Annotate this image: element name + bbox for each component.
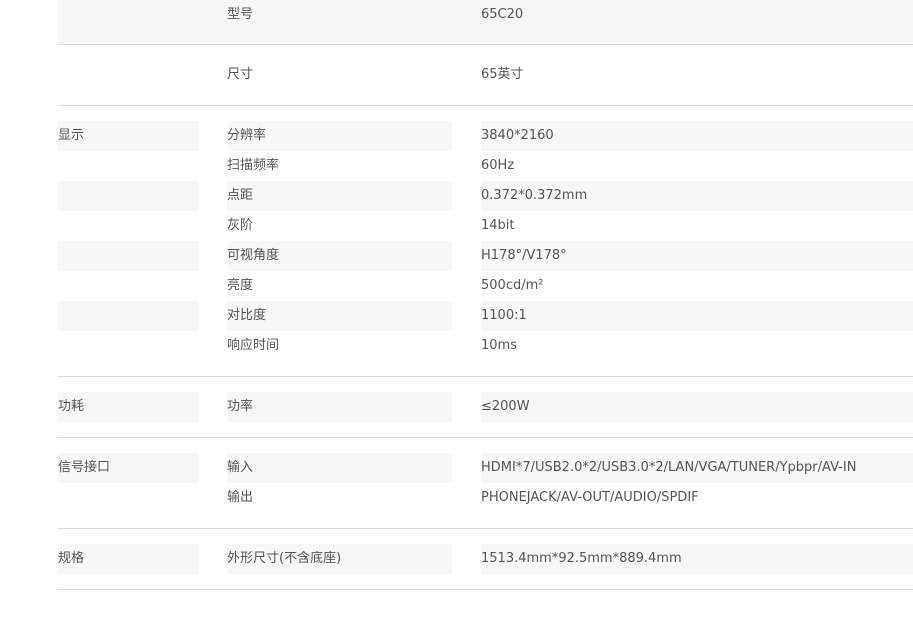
spec-section-signal-interface: 信号接口 输入 HDMI*7/USB2.0*2/USB3.0*2/LAN/VGA… <box>58 438 913 529</box>
spec-row: 规格 外形尺寸(不含底座) 1513.4mm*92.5mm*889.4mm <box>58 544 913 574</box>
spec-row: 型号 65C20 <box>58 0 913 44</box>
spec-value-cell: HDMI*7/USB2.0*2/USB3.0*2/LAN/VGA/TUNER/Y… <box>481 453 913 483</box>
spec-value: 14bit <box>481 218 515 233</box>
spec-row: 响应时间 10ms <box>58 331 913 361</box>
spec-name: 对比度 <box>227 308 267 323</box>
spec-section-size: 尺寸 65英寸 <box>58 45 913 106</box>
spec-value-cell: H178°/V178° <box>481 241 913 271</box>
spec-name: 响应时间 <box>227 338 280 353</box>
spec-name: 功率 <box>227 399 254 414</box>
spec-row: 亮度 500cd/m² <box>58 271 913 301</box>
spec-value: 60Hz <box>481 158 515 173</box>
spec-value-cell: 1100:1 <box>481 301 913 331</box>
spec-value: HDMI*7/USB2.0*2/USB3.0*2/LAN/VGA/TUNER/Y… <box>481 460 857 475</box>
spec-row: 点距 0.372*0.372mm <box>58 181 913 211</box>
spec-row: 对比度 1100:1 <box>58 301 913 331</box>
spec-name-cell: 尺寸 <box>227 60 452 90</box>
spec-name: 外形尺寸(不含底座) <box>227 551 342 566</box>
spec-row: 输出 PHONEJACK/AV-OUT/AUDIO/SPDIF <box>58 483 913 513</box>
spec-name: 输入 <box>227 460 254 475</box>
spec-table: 型号 65C20 尺寸 65英寸 显示 分辨率 3840*2160 扫描频率 6… <box>58 0 913 590</box>
spec-name-cell: 扫描频率 <box>227 151 452 181</box>
spec-value-cell: 0.372*0.372mm <box>481 181 913 211</box>
spec-value-cell: 3840*2160 <box>481 121 913 151</box>
group-label-filler <box>58 241 199 271</box>
spec-name: 可视角度 <box>227 248 280 263</box>
spec-row: 灰阶 14bit <box>58 211 913 241</box>
spec-name-cell: 输出 <box>227 483 452 513</box>
spec-name-cell: 功率 <box>227 392 452 422</box>
spec-name: 亮度 <box>227 278 254 293</box>
spec-name-cell: 点距 <box>227 181 452 211</box>
spec-name-cell: 外形尺寸(不含底座) <box>227 544 452 574</box>
spec-value: 0.372*0.372mm <box>481 188 588 203</box>
spec-value: H178°/V178° <box>481 248 567 263</box>
spec-name: 点距 <box>227 188 254 203</box>
spec-row: 扫描频率 60Hz <box>58 151 913 181</box>
spec-section-model: 型号 65C20 <box>58 0 913 45</box>
spec-value-cell: 65C20 <box>481 0 913 30</box>
spec-row: 功耗 功率 ≤200W <box>58 392 913 422</box>
spec-value: 1100:1 <box>481 308 527 323</box>
spec-value-cell: 500cd/m² <box>481 271 913 301</box>
spec-row: 显示 分辨率 3840*2160 <box>58 121 913 151</box>
spec-name: 型号 <box>227 7 254 22</box>
spec-name-cell: 可视角度 <box>227 241 452 271</box>
spec-name-cell: 型号 <box>227 0 452 30</box>
spec-name-cell: 灰阶 <box>227 211 452 241</box>
spec-group-label: 信号接口 <box>58 453 199 483</box>
spec-value: ≤200W <box>481 399 530 414</box>
spec-value: 1513.4mm*92.5mm*889.4mm <box>481 551 682 566</box>
spec-value-cell: 60Hz <box>481 151 913 181</box>
spec-name-cell: 对比度 <box>227 301 452 331</box>
spec-name: 分辨率 <box>227 128 267 143</box>
spec-name-cell: 亮度 <box>227 271 452 301</box>
group-label-filler <box>58 301 199 331</box>
spec-value-cell: 14bit <box>481 211 913 241</box>
spec-name-cell: 响应时间 <box>227 331 452 361</box>
spec-value: 65C20 <box>481 7 524 22</box>
spec-value-cell: ≤200W <box>481 392 913 422</box>
spec-name-cell: 输入 <box>227 453 452 483</box>
spec-value-cell: PHONEJACK/AV-OUT/AUDIO/SPDIF <box>481 483 913 513</box>
spec-name: 尺寸 <box>227 67 254 82</box>
spec-value-cell: 1513.4mm*92.5mm*889.4mm <box>481 544 913 574</box>
spec-section-display: 显示 分辨率 3840*2160 扫描频率 60Hz 点距 0.372*0.37… <box>58 106 913 377</box>
spec-name: 输出 <box>227 490 254 505</box>
spec-group-label: 规格 <box>58 544 199 574</box>
group-label-filler <box>58 181 199 211</box>
spec-group-label: 功耗 <box>58 392 199 422</box>
spec-section-power: 功耗 功率 ≤200W <box>58 377 913 438</box>
spec-value: 65英寸 <box>481 67 524 82</box>
spec-value-cell: 10ms <box>481 331 913 361</box>
spec-row: 可视角度 H178°/V178° <box>58 241 913 271</box>
spec-value: PHONEJACK/AV-OUT/AUDIO/SPDIF <box>481 490 699 505</box>
spec-section-specification: 规格 外形尺寸(不含底座) 1513.4mm*92.5mm*889.4mm <box>58 529 913 590</box>
spec-value-cell: 65英寸 <box>481 60 913 90</box>
spec-value: 500cd/m² <box>481 278 544 293</box>
spec-name: 扫描频率 <box>227 158 280 173</box>
spec-value: 10ms <box>481 338 517 353</box>
spec-value: 3840*2160 <box>481 128 554 143</box>
spec-row: 信号接口 输入 HDMI*7/USB2.0*2/USB3.0*2/LAN/VGA… <box>58 453 913 483</box>
spec-name-cell: 分辨率 <box>227 121 452 151</box>
spec-name: 灰阶 <box>227 218 254 233</box>
spec-group-label: 显示 <box>58 121 199 151</box>
spec-row: 尺寸 65英寸 <box>58 60 913 90</box>
